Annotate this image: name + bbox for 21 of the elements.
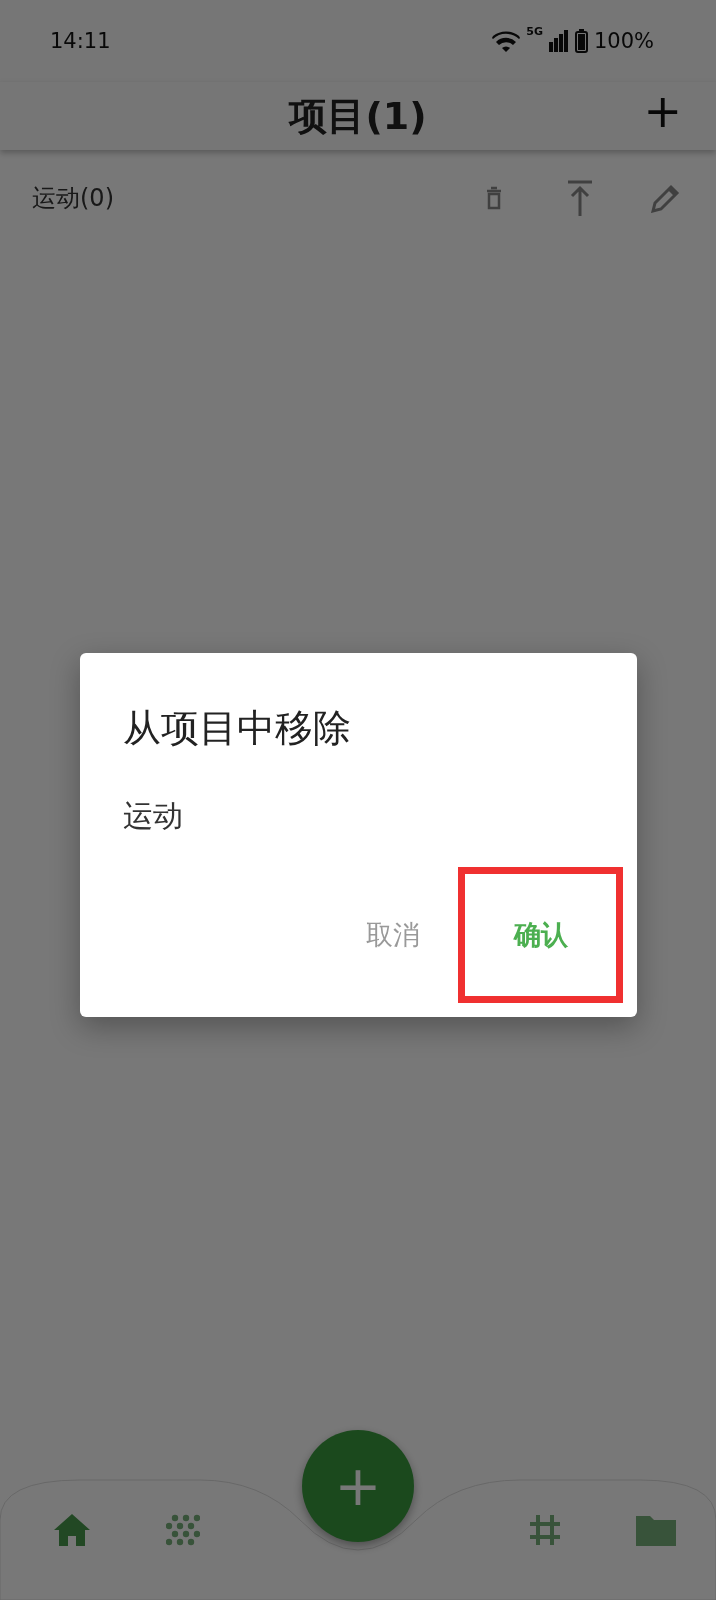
network-type: 5G — [526, 25, 543, 38]
project-name: 运动(0) — [32, 183, 115, 214]
hash-icon — [528, 1513, 562, 1547]
wifi-icon — [492, 30, 521, 52]
confirm-button[interactable]: 确认 — [458, 867, 623, 1003]
add-fab[interactable]: + — [302, 1430, 414, 1542]
signal-icon — [548, 30, 569, 52]
trash-icon — [485, 186, 503, 210]
pencil-icon — [651, 183, 681, 213]
battery-icon — [574, 29, 588, 53]
dialog-message: 运动 — [123, 797, 184, 835]
cancel-button[interactable]: 取消 — [338, 867, 448, 1003]
battery-level: 100% — [593, 29, 654, 53]
status-time: 14:11 — [50, 29, 111, 53]
home-icon — [54, 1514, 90, 1546]
folder-icon — [636, 1514, 676, 1546]
add-button[interactable]: + — [643, 88, 682, 134]
page-title: 项目(1) — [289, 92, 427, 140]
dialog-title: 从项目中移除 — [123, 705, 352, 752]
dot-grid-icon — [166, 1513, 200, 1547]
arrow-to-top-icon — [567, 180, 593, 216]
